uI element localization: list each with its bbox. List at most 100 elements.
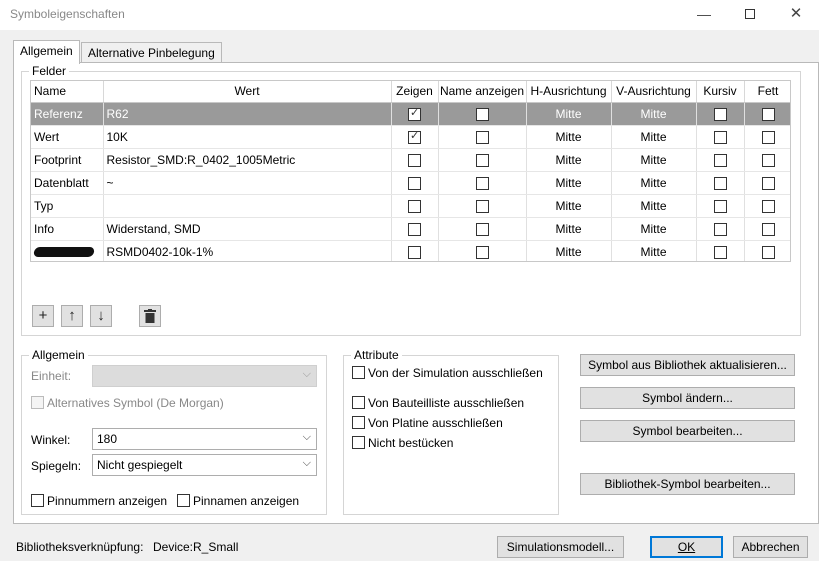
- italic-cell[interactable]: [696, 240, 745, 261]
- checkbox-box[interactable]: [713, 199, 727, 213]
- checkbox-box[interactable]: [408, 199, 421, 213]
- change-symbol-button[interactable]: Symbol ändern...: [580, 387, 795, 409]
- table-row[interactable]: Info Widerstand, SMD Mitte Mitte: [31, 217, 790, 241]
- cancel-button[interactable]: Abbrechen: [733, 536, 808, 558]
- v-align-cell[interactable]: Mitte: [611, 102, 697, 126]
- italic-cell[interactable]: [696, 125, 745, 149]
- move-down-button[interactable]: ↓: [90, 305, 112, 327]
- show-cell[interactable]: [391, 148, 439, 172]
- bold-cell[interactable]: [744, 125, 790, 149]
- checkbox-box[interactable]: [761, 107, 775, 121]
- move-up-button[interactable]: ↑: [61, 305, 83, 327]
- show-name-cell[interactable]: [438, 217, 527, 241]
- field-name-cell[interactable]: Footprint: [31, 148, 104, 172]
- col-header-show[interactable]: Zeigen: [391, 81, 439, 103]
- checkbox-box[interactable]: [761, 222, 775, 236]
- h-align-cell[interactable]: Mitte: [526, 102, 612, 126]
- bold-cell[interactable]: [744, 102, 790, 126]
- show-name-cell[interactable]: [438, 125, 527, 149]
- minimize-button[interactable]: —: [681, 0, 727, 30]
- bold-cell[interactable]: [744, 194, 790, 218]
- checkbox-box[interactable]: [761, 153, 775, 167]
- checkbox-box[interactable]: [408, 245, 421, 259]
- checkbox-box[interactable]: [475, 199, 489, 213]
- show-pin-names-checkbox[interactable]: Pinnamen anzeigen: [177, 494, 299, 508]
- col-header-bold[interactable]: Fett: [744, 81, 790, 103]
- checkbox-box[interactable]: [713, 130, 727, 144]
- checkbox-box[interactable]: ✓: [408, 107, 421, 121]
- checkbox-box[interactable]: [713, 153, 727, 167]
- v-align-cell[interactable]: Mitte: [611, 194, 697, 218]
- show-name-cell[interactable]: [438, 171, 527, 195]
- exclude-board-checkbox[interactable]: Von Platine ausschließen: [352, 416, 503, 430]
- field-name-cell[interactable]: Wert: [31, 125, 104, 149]
- checkbox-box[interactable]: [408, 176, 421, 190]
- update-from-library-button[interactable]: Symbol aus Bibliothek aktualisieren...: [580, 354, 795, 376]
- col-header-italic[interactable]: Kursiv: [696, 81, 745, 103]
- checkbox-box[interactable]: [475, 176, 489, 190]
- checkbox-box[interactable]: [475, 107, 489, 121]
- col-header-v-align[interactable]: V-Ausrichtung: [611, 81, 697, 103]
- checkbox-box[interactable]: [713, 176, 727, 190]
- show-cell[interactable]: ✓: [391, 102, 439, 126]
- table-row[interactable]: Wert 10K ✓ Mitte Mitte: [31, 125, 790, 149]
- table-row[interactable]: Footprint Resistor_SMD:R_0402_1005Metric M…: [31, 148, 790, 172]
- tab-alternative-pinbelegung[interactable]: Alternative Pinbelegung: [81, 42, 222, 64]
- checkbox-box[interactable]: [408, 222, 421, 236]
- v-align-cell[interactable]: Mitte: [611, 171, 697, 195]
- italic-cell[interactable]: [696, 194, 745, 218]
- checkbox-box[interactable]: [475, 245, 489, 259]
- h-align-cell[interactable]: Mitte: [526, 125, 612, 149]
- field-name-cell[interactable]: Referenz: [31, 102, 104, 126]
- field-value-cell[interactable]: ~: [103, 171, 392, 195]
- checkbox-box[interactable]: [408, 153, 421, 167]
- h-align-cell[interactable]: Mitte: [526, 194, 612, 218]
- exclude-bom-checkbox[interactable]: Von Bauteilliste ausschließen: [352, 396, 524, 410]
- checkbox-box[interactable]: [713, 245, 727, 259]
- italic-cell[interactable]: [696, 171, 745, 195]
- bold-cell[interactable]: [744, 148, 790, 172]
- bold-cell[interactable]: [744, 240, 790, 261]
- field-value-cell[interactable]: [103, 194, 392, 218]
- v-align-cell[interactable]: Mitte: [611, 217, 697, 241]
- close-button[interactable]: ✕: [773, 0, 819, 30]
- italic-cell[interactable]: [696, 217, 745, 241]
- delete-field-button[interactable]: [139, 305, 161, 327]
- h-align-cell[interactable]: Mitte: [526, 240, 612, 261]
- v-align-cell[interactable]: Mitte: [611, 148, 697, 172]
- table-row[interactable]: Referenz R62 ✓ Mitte Mitte: [31, 102, 790, 126]
- checkbox-box[interactable]: [761, 176, 775, 190]
- field-name-cell[interactable]: Typ: [31, 194, 104, 218]
- table-row[interactable]: Typ Mitte Mitte: [31, 194, 790, 218]
- checkbox-box[interactable]: [761, 245, 775, 259]
- checkbox-box[interactable]: [761, 199, 775, 213]
- dnp-checkbox[interactable]: Nicht bestücken: [352, 436, 453, 450]
- italic-cell[interactable]: [696, 148, 745, 172]
- edit-library-symbol-button[interactable]: Bibliothek-Symbol bearbeiten...: [580, 473, 795, 495]
- show-name-cell[interactable]: [438, 194, 527, 218]
- checkbox-box[interactable]: [761, 130, 775, 144]
- field-value-cell[interactable]: Widerstand, SMD: [103, 217, 392, 241]
- field-value-cell[interactable]: 10K: [103, 125, 392, 149]
- h-align-cell[interactable]: Mitte: [526, 217, 612, 241]
- show-cell[interactable]: [391, 194, 439, 218]
- field-name-cell[interactable]: Datenblatt: [31, 171, 104, 195]
- col-header-show-name[interactable]: Name anzeigen: [438, 81, 527, 103]
- maximize-button[interactable]: [727, 0, 773, 30]
- col-header-value[interactable]: Wert: [103, 81, 392, 103]
- table-row[interactable]: Datenblatt ~ Mitte Mitte: [31, 171, 790, 195]
- field-name-cell[interactable]: [31, 240, 104, 261]
- edit-symbol-button[interactable]: Symbol bearbeiten...: [580, 420, 795, 442]
- exclude-sim-checkbox[interactable]: Von der Simulation ausschließen: [352, 366, 543, 380]
- checkbox-box[interactable]: [713, 107, 727, 121]
- field-name-cell[interactable]: Info: [31, 217, 104, 241]
- tab-allgemein[interactable]: Allgemein: [13, 40, 80, 64]
- checkbox-box[interactable]: ✓: [408, 130, 421, 144]
- show-pin-numbers-checkbox[interactable]: Pinnummern anzeigen: [31, 494, 167, 508]
- field-value-cell[interactable]: RSMD0402-10k-1%: [103, 240, 392, 261]
- add-field-button[interactable]: +: [32, 305, 54, 327]
- mirror-select[interactable]: Nicht gespiegelt ⌵: [92, 454, 317, 476]
- bold-cell[interactable]: [744, 171, 790, 195]
- field-value-cell[interactable]: R62: [103, 102, 392, 126]
- col-header-name[interactable]: Name: [31, 81, 104, 103]
